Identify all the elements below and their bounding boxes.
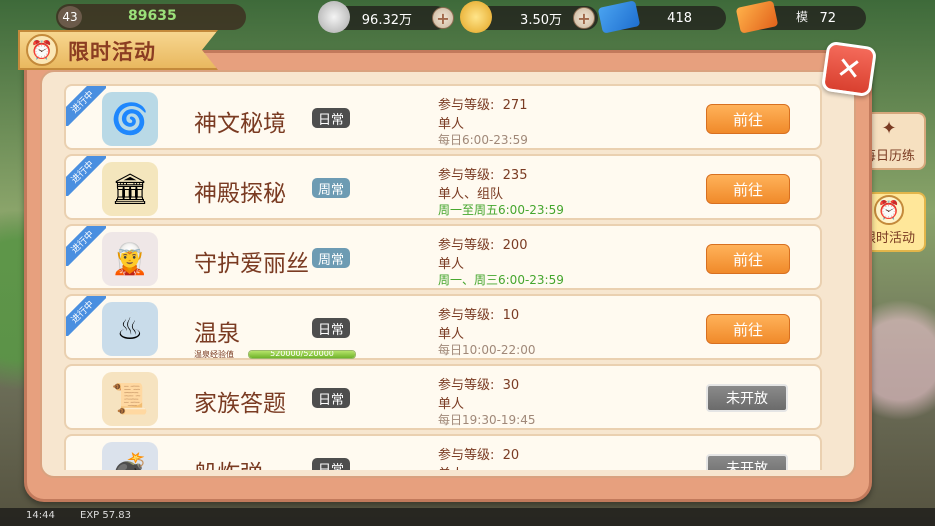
open-time: 每日10:00-22:00	[438, 343, 536, 357]
in-progress-tag: 进行中	[66, 226, 106, 266]
activity-name: 温泉	[194, 321, 240, 347]
exp-bar-label: 温泉经验值	[194, 350, 234, 359]
activity-icon: 🧝	[102, 232, 158, 286]
frequency-badge: 日常	[312, 318, 350, 338]
activity-name: 神殿探秘	[194, 181, 286, 207]
not-open-button[interactable]: 未开放	[706, 454, 788, 470]
frequency-badge: 周常	[312, 178, 350, 198]
participation-mode: 单人	[438, 117, 465, 132]
add-silver-button[interactable]: +	[432, 7, 454, 29]
gold-coin-icon	[460, 1, 492, 33]
background-text: 模	[796, 10, 809, 24]
participation-mode: 单人	[438, 463, 464, 470]
panel-title: 限时活动	[68, 40, 156, 64]
participation-mode: 单人	[438, 327, 465, 342]
exp-progress-bar: 520000/520000	[248, 350, 356, 359]
orange-ticket-value: 72	[819, 10, 836, 26]
activity-row: 进行中 🌀 神文秘境 日常 参与等级: 271 单人 每日6:00-23:59 前往	[64, 84, 822, 150]
frequency-badge: 日常	[312, 108, 350, 128]
frequency-badge: 日常	[312, 458, 350, 470]
exp-progress-text: 520000/520000	[270, 350, 334, 358]
required-level: 参与等级: 235	[438, 168, 528, 183]
participation-mode: 单人、组队	[438, 187, 504, 202]
required-level: 参与等级: 30	[438, 378, 520, 393]
in-progress-tag: 进行中	[66, 156, 106, 196]
exp-text: EXP 57.83	[80, 510, 132, 521]
activity-name: 神文秘境	[194, 111, 286, 137]
in-progress-tag: 进行中	[66, 296, 106, 336]
top-bar: 43 89635 96.32万 + 3.50万 + 418 72 模	[0, 0, 935, 34]
frequency-badge: 日常	[312, 388, 350, 408]
blue-ticket-value: 418	[667, 10, 692, 26]
activity-row: 进行中 ♨ 温泉 日常 参与等级: 10 单人 每日10:00-22:00 温泉经验值 5200…	[64, 294, 822, 360]
silver-value: 96.32万	[361, 12, 412, 28]
alarm-clock-icon: ⏰	[26, 34, 58, 66]
activity-icon: ♨	[102, 302, 158, 356]
required-level: 参与等级: 20	[438, 448, 520, 463]
silver-coin-icon	[318, 1, 350, 33]
activity-row: 💣 船炸弹 日常 参与等级: 20单人 未开放	[64, 434, 822, 470]
activity-name: 船炸弹	[194, 454, 263, 470]
open-time: 周一、周三6:00-23:59	[438, 273, 564, 287]
close-button[interactable]: ✕	[820, 40, 878, 98]
add-gold-button[interactable]: +	[573, 7, 595, 29]
required-level: 参与等级: 200	[438, 238, 528, 253]
activity-name: 守护爱丽丝	[194, 251, 309, 277]
go-button[interactable]: 前往	[706, 104, 790, 134]
activity-list[interactable]: 进行中 🌀 神文秘境 日常 参与等级: 271 单人 每日6:00-23:59 前往 进行中 🏛 神…	[64, 84, 824, 470]
activity-row: 进行中 🧝 守护爱丽丝 周常 参与等级: 200 单人 周一、周三6:00-23:59 前往	[64, 224, 822, 290]
activity-row: 进行中 🏛 神殿探秘 周常 参与等级: 235 单人、组队 周一至周五6:00-23:59 前…	[64, 154, 822, 220]
open-time: 周一至周五6:00-23:59	[438, 203, 564, 217]
clock-text: 14:44	[26, 510, 55, 521]
combat-power: 89635	[128, 8, 177, 24]
go-button[interactable]: 前往	[706, 244, 790, 274]
participation-mode: 单人	[438, 257, 465, 272]
open-time: 每日19:30-19:45	[438, 413, 536, 427]
go-button[interactable]: 前往	[706, 314, 790, 344]
go-button[interactable]: 前往	[706, 174, 790, 204]
player-level: 43	[58, 6, 82, 28]
in-progress-tag: 进行中	[66, 86, 106, 126]
activity-row: 📜 家族答题 日常 参与等级: 30 单人 每日19:30-19:45 未开放	[64, 364, 822, 430]
activity-name: 家族答题	[194, 391, 286, 417]
not-open-button[interactable]: 未开放	[706, 384, 788, 412]
activity-icon: 💣	[102, 442, 158, 470]
clock-icon: ⏰	[874, 195, 904, 225]
status-bar: 14:44 EXP 57.83	[0, 508, 935, 526]
daily-training-icon: ✦	[881, 118, 897, 139]
participation-mode: 单人	[438, 397, 465, 412]
activity-icon: 🏛	[102, 162, 158, 216]
activity-icon: 📜	[102, 372, 158, 426]
gold-value: 3.50万	[520, 12, 562, 28]
required-level: 参与等级: 271	[438, 98, 528, 113]
frequency-badge: 周常	[312, 248, 350, 268]
required-level: 参与等级: 10	[438, 308, 520, 323]
activity-icon: 🌀	[102, 92, 158, 146]
open-time: 每日6:00-23:59	[438, 133, 528, 147]
